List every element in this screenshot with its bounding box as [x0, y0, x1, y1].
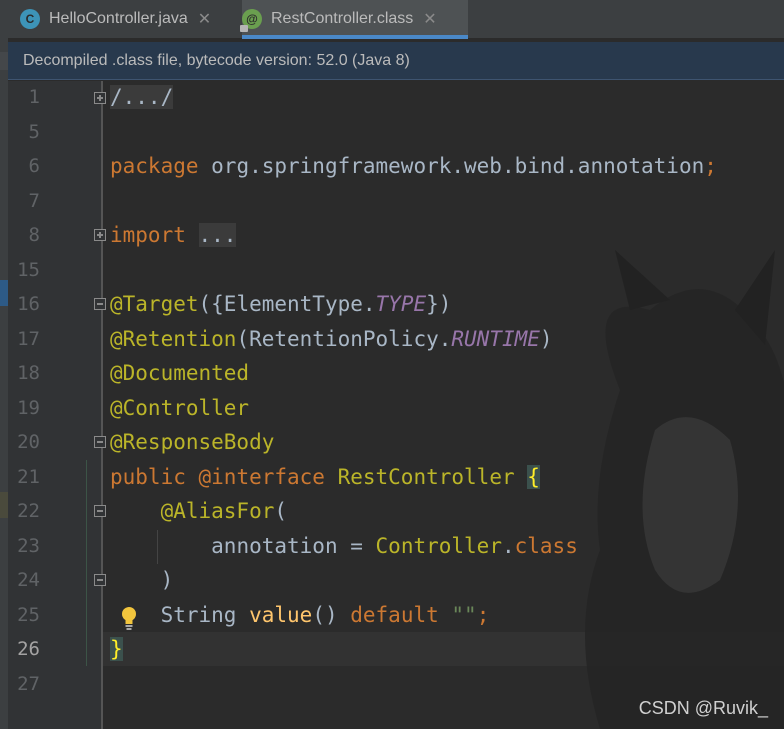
close-icon[interactable]: ✕ — [198, 9, 211, 29]
decompiled-banner: Decompiled .class file, bytecode version… — [8, 42, 784, 80]
line-number: 15 — [17, 259, 40, 281]
code-line: @Target({ElementType.TYPE}) — [110, 287, 451, 321]
annotation-icon: @ — [240, 9, 262, 32]
line-number: 7 — [28, 190, 40, 212]
line-number: 22 — [17, 500, 40, 522]
code-text: ) — [160, 568, 174, 592]
tool-strip-marker — [0, 52, 8, 70]
fold-collapse-icon[interactable] — [94, 505, 106, 517]
folded-imports[interactable]: ... — [198, 223, 237, 247]
code-line: annotation = Controller.class — [110, 529, 578, 563]
banner-text: Decompiled .class file, bytecode version… — [23, 51, 410, 69]
semicolon: ; — [476, 603, 490, 627]
code-text: ( — [274, 499, 288, 523]
fold-collapse-icon[interactable] — [94, 436, 106, 448]
background-image — [585, 250, 784, 729]
lock-icon — [240, 25, 248, 32]
keyword: import — [110, 223, 186, 247]
line-number: 18 — [17, 362, 40, 384]
line-number: 24 — [17, 569, 40, 591]
annotation: @Documented — [110, 361, 250, 385]
type-name: String — [160, 603, 250, 627]
annotation: @Retention — [110, 327, 237, 351]
keyword: @interface — [198, 465, 325, 489]
tab-hello-controller[interactable]: C HelloController.java ✕ — [20, 0, 242, 38]
package-name: org.springframework.web.bind.annotation — [198, 154, 705, 178]
line-number: 17 — [17, 328, 40, 350]
watermark: CSDN @Ruvik_ — [638, 698, 768, 718]
matched-brace: { — [527, 465, 540, 489]
code-line: public @interface RestController { — [110, 460, 540, 494]
annotation: @AliasFor — [160, 499, 275, 523]
editor-tab-bar: C HelloController.java ✕ @ RestControlle… — [8, 0, 784, 39]
semicolon: ; — [704, 154, 717, 178]
keyword: class — [514, 534, 578, 558]
class-name: Controller — [375, 534, 502, 558]
code-line: @AliasFor( — [110, 494, 287, 528]
folded-region[interactable]: /.../ — [110, 85, 174, 109]
tab-label: RestController.class — [271, 10, 414, 27]
code-text: ) — [539, 327, 553, 351]
fold-expand-icon[interactable] — [94, 92, 106, 104]
annotation-icon-letter: @ — [246, 12, 258, 26]
class-c-icon: C — [20, 9, 40, 29]
line-number: 23 — [17, 535, 40, 557]
method-name: value — [249, 603, 313, 627]
code-text: . — [501, 534, 515, 558]
line-number: 6 — [28, 155, 40, 177]
annotation: @ResponseBody — [110, 430, 275, 454]
scope-indicator — [86, 460, 87, 666]
keyword: package — [110, 154, 199, 178]
close-icon[interactable]: ✕ — [423, 9, 436, 29]
tool-strip-marker-active — [0, 280, 8, 306]
lightbulb-icon[interactable] — [120, 605, 138, 631]
keyword: public — [110, 465, 199, 489]
constant: RUNTIME — [451, 327, 540, 351]
tab-rest-controller[interactable]: @ RestController.class ✕ — [240, 0, 468, 39]
code-text: annotation = — [211, 534, 376, 558]
code-text: ({ElementType. — [198, 292, 376, 316]
type-name: RestController — [324, 465, 528, 489]
keyword: default — [350, 603, 452, 627]
annotation: @Target — [110, 292, 199, 316]
fold-expand-icon[interactable] — [94, 229, 106, 241]
line-number: 16 — [17, 293, 40, 315]
string-literal: "" — [451, 603, 477, 627]
tab-label: HelloController.java — [49, 10, 188, 27]
code-text: }) — [426, 292, 452, 316]
code-line: @Documented — [110, 356, 249, 390]
line-number: 8 — [28, 224, 40, 246]
code-line: String value() default ""; — [110, 598, 490, 632]
annotation: @Controller — [110, 396, 250, 420]
code-line-current[interactable]: } — [110, 632, 123, 666]
tool-strip-marker — [0, 492, 8, 518]
matched-brace: } — [110, 637, 123, 661]
code-text: () — [312, 603, 351, 627]
line-number: 27 — [17, 673, 40, 695]
code-text: (RetentionPolicy. — [236, 327, 452, 351]
fold-collapse-icon[interactable] — [94, 298, 106, 310]
code-line: /.../ — [110, 80, 174, 114]
code-line: package org.springframework.web.bind.ann… — [110, 149, 717, 183]
code-line: ) — [110, 563, 174, 597]
line-number: 5 — [28, 121, 40, 143]
class-icon-letter: C — [25, 12, 35, 26]
line-number: 21 — [17, 466, 40, 488]
constant: TYPE — [375, 292, 427, 316]
line-number: 25 — [17, 604, 40, 626]
left-tool-strip — [0, 0, 8, 729]
code-line: @Retention(RetentionPolicy.RUNTIME) — [110, 322, 553, 356]
code-line: @ResponseBody — [110, 425, 274, 459]
line-number-current: 26 — [17, 638, 40, 660]
code-line: import ... — [110, 218, 237, 252]
code-line: @Controller — [110, 391, 249, 425]
fold-collapse-icon[interactable] — [94, 574, 106, 586]
line-number: 1 — [28, 86, 40, 108]
line-number: 20 — [17, 431, 40, 453]
line-number: 19 — [17, 397, 40, 419]
